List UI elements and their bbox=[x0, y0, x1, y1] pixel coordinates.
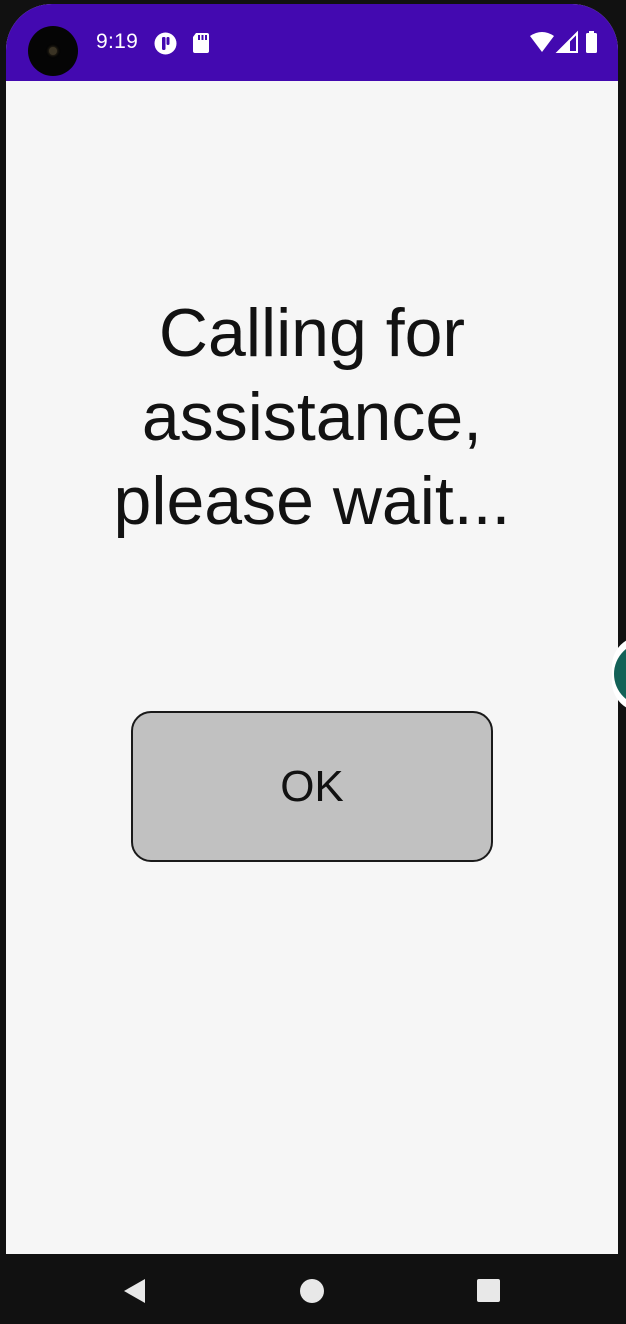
notification-app-icon bbox=[154, 32, 177, 60]
recents-icon[interactable] bbox=[474, 1276, 504, 1306]
wifi-icon bbox=[530, 32, 554, 52]
app-content: Calling for assistance, please wait... O… bbox=[6, 81, 618, 1254]
battery-icon bbox=[586, 31, 597, 53]
status-bar: 9:19 bbox=[6, 4, 618, 81]
home-icon[interactable] bbox=[297, 1276, 327, 1306]
status-icons-right bbox=[528, 30, 608, 56]
status-time: 9:19 bbox=[96, 30, 139, 53]
floating-bubble-icon bbox=[614, 642, 626, 706]
sd-card-icon bbox=[192, 32, 210, 59]
cellular-signal-icon bbox=[555, 30, 578, 53]
screen: 9:19 Calling for assistance, please wait… bbox=[6, 4, 618, 1254]
assistance-message: Calling for assistance, please wait... bbox=[113, 295, 511, 539]
ok-button[interactable]: OK bbox=[131, 711, 493, 862]
camera-lens bbox=[49, 47, 57, 55]
device-frame: 9:19 Calling for assistance, please wait… bbox=[0, 0, 626, 1324]
front-camera-icon bbox=[28, 26, 78, 76]
back-icon[interactable] bbox=[120, 1276, 150, 1306]
navigation-bar bbox=[0, 1254, 626, 1324]
